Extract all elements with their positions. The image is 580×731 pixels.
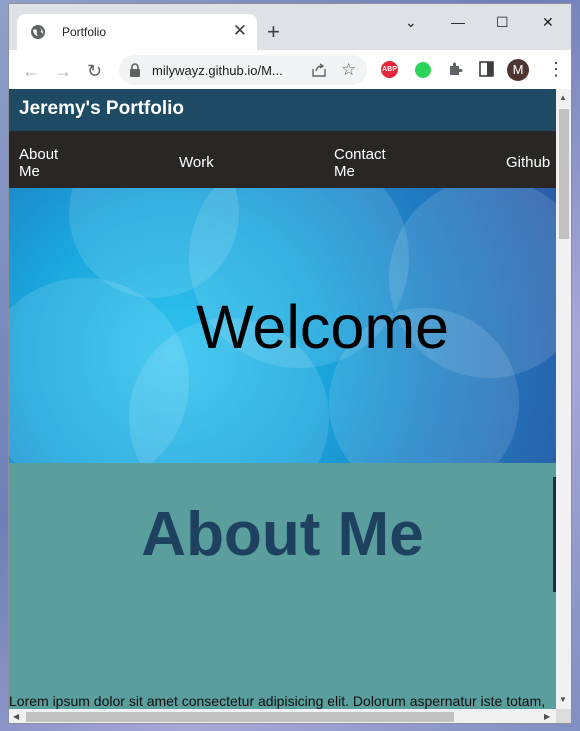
nav-contact-me[interactable]: Contact Me: [334, 146, 394, 180]
new-tab-button[interactable]: +: [267, 21, 280, 43]
page-viewport: Jeremy's Portfolio About Me Work Contact…: [9, 89, 556, 709]
vertical-scroll-thumb[interactable]: [559, 109, 569, 239]
forward-button[interactable]: →: [54, 62, 72, 80]
reload-button[interactable]: ↻: [87, 62, 102, 80]
close-window-button[interactable]: ✕: [542, 14, 554, 30]
about-title: About Me: [141, 500, 424, 569]
url-text[interactable]: milywayz.github.io/M...: [152, 63, 283, 78]
vertical-scrollbar[interactable]: ▲ ▼: [556, 89, 571, 710]
bookmark-star-icon[interactable]: ☆: [341, 60, 356, 80]
share-icon[interactable]: [311, 62, 327, 78]
scroll-right-arrow[interactable]: ▶: [544, 712, 550, 721]
maximize-button[interactable]: ☐: [496, 14, 509, 30]
close-tab-icon[interactable]: ✕: [233, 22, 247, 40]
site-title: Jeremy's Portfolio: [19, 98, 185, 119]
hero-title: Welcome: [195, 293, 450, 361]
back-button[interactable]: ←: [22, 62, 40, 80]
horizontal-scrollbar[interactable]: ◀ ▶: [9, 709, 556, 723]
globe-icon: [31, 25, 45, 39]
scroll-up-arrow[interactable]: ▲: [559, 93, 567, 102]
tab-title: Portfolio: [62, 25, 107, 39]
menu-icon[interactable]: ⋮: [547, 60, 565, 78]
extensions-puzzle-icon[interactable]: [447, 61, 463, 77]
tab-portfolio[interactable]: Portfolio ✕: [17, 14, 257, 50]
nav-github[interactable]: Github: [506, 154, 550, 171]
tab-strip: Portfolio ✕ + ⌄ — ☐ ✕: [9, 4, 571, 50]
scroll-down-arrow[interactable]: ▼: [559, 695, 567, 704]
minimize-button[interactable]: —: [451, 14, 465, 30]
site-header: Jeremy's Portfolio: [9, 89, 556, 131]
horizontal-scroll-thumb[interactable]: [26, 712, 454, 722]
lock-icon: [130, 63, 140, 77]
tab-search-icon[interactable]: ⌄: [405, 14, 417, 30]
side-panel-icon[interactable]: [479, 61, 494, 77]
about-text: Lorem ipsum dolor sit amet consectetur a…: [9, 693, 546, 709]
address-bar[interactable]: milywayz.github.io/M... ☆: [119, 55, 367, 85]
scroll-left-arrow[interactable]: ◀: [13, 712, 19, 721]
site-nav: About Me Work Contact Me Github: [9, 131, 556, 188]
profile-avatar[interactable]: M: [507, 59, 529, 81]
nav-about-me[interactable]: About Me: [19, 146, 69, 180]
browser-toolbar: ← → ↻ milywayz.github.io/M... ☆ ABP M ⋮: [9, 50, 571, 89]
hero-banner: Welcome: [9, 188, 556, 463]
scrollbar-corner: [556, 709, 571, 723]
browser-window: Portfolio ✕ + ⌄ — ☐ ✕ ← → ↻ milywayz.git…: [8, 3, 572, 724]
nav-work[interactable]: Work: [179, 154, 214, 171]
adblock-plus-icon[interactable]: ABP: [381, 61, 398, 78]
extension-green-icon[interactable]: [415, 62, 431, 78]
about-section: About Me Lorem ipsum dolor sit amet cons…: [9, 463, 556, 709]
